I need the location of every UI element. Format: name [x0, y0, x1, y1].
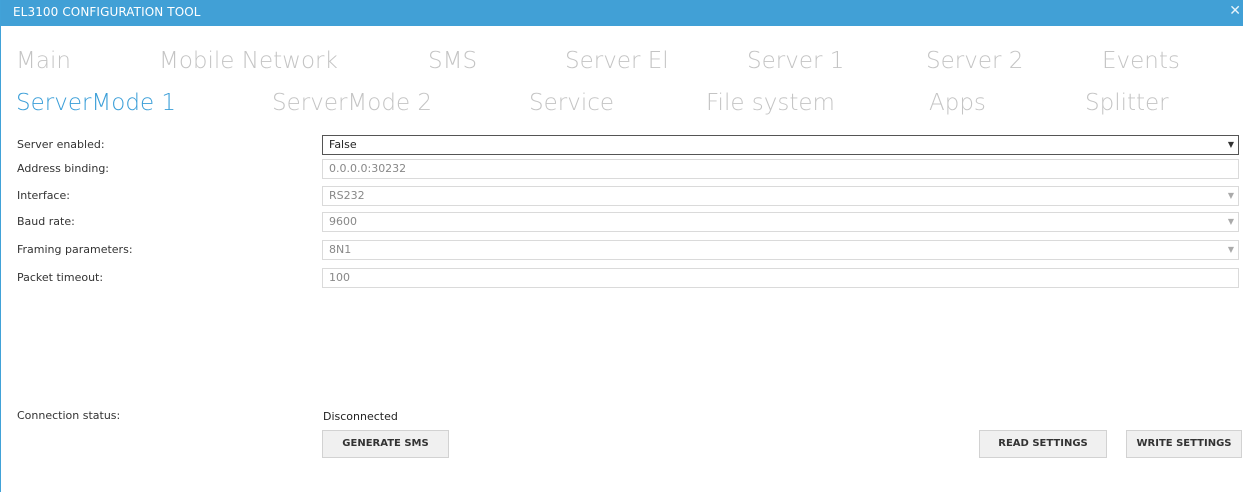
tab-events[interactable]: Events — [1102, 44, 1180, 78]
connection-status-label: Connection status: — [17, 409, 121, 422]
tab-file-system[interactable]: File system — [706, 86, 835, 120]
interface-select[interactable]: RS232 ▼ — [322, 186, 1239, 206]
address-binding-label: Address binding: — [17, 162, 110, 175]
framing-select[interactable]: 8N1 ▼ — [322, 240, 1239, 260]
close-icon[interactable]: ✕ — [1229, 3, 1241, 19]
server-enabled-label: Server enabled: — [17, 138, 105, 151]
tab-servermode-1[interactable]: ServerMode 1 — [16, 86, 176, 120]
tab-server-2[interactable]: Server 2 — [926, 44, 1023, 78]
tab-apps[interactable]: Apps — [929, 86, 986, 120]
tab-sms[interactable]: SMS — [428, 44, 477, 78]
packet-timeout-value: 100 — [329, 271, 350, 284]
baud-rate-select[interactable]: 9600 ▼ — [322, 212, 1239, 232]
chevron-down-icon[interactable]: ▼ — [1228, 213, 1234, 231]
app-window: EL3100 CONFIGURATION TOOL ✕ Main Mobile … — [0, 0, 1243, 492]
address-binding-row: Address binding: 0.0.0.0:30232 — [1, 159, 1243, 181]
title-bar[interactable]: EL3100 CONFIGURATION TOOL ✕ — [1, 0, 1243, 26]
interface-value: RS232 — [329, 189, 365, 202]
tab-splitter[interactable]: Splitter — [1085, 86, 1169, 120]
tab-servermode-2[interactable]: ServerMode 2 — [272, 86, 432, 120]
tab-mobile-network[interactable]: Mobile Network — [159, 44, 338, 78]
packet-timeout-label: Packet timeout: — [17, 271, 104, 284]
baud-rate-label: Baud rate: — [17, 215, 75, 228]
framing-value: 8N1 — [329, 243, 352, 256]
window-title: EL3100 CONFIGURATION TOOL — [13, 5, 201, 19]
interface-row: Interface: RS232 ▼ — [1, 186, 1243, 208]
address-binding-input[interactable]: 0.0.0.0:30232 — [322, 159, 1239, 179]
server-enabled-select[interactable]: False ▼ — [322, 135, 1239, 155]
framing-label: Framing parameters: — [17, 243, 133, 256]
server-enabled-value: False — [329, 138, 357, 151]
tabs-row-2: ServerMode 1 ServerMode 2 Service File s… — [1, 86, 1243, 120]
chevron-down-icon[interactable]: ▼ — [1228, 187, 1234, 205]
tab-server-el[interactable]: Server El — [565, 44, 669, 78]
packet-timeout-input[interactable]: 100 — [322, 268, 1239, 288]
baud-rate-row: Baud rate: 9600 ▼ — [1, 212, 1243, 234]
connection-status-value: Disconnected — [323, 410, 398, 423]
read-settings-button[interactable]: READ SETTINGS — [979, 430, 1107, 458]
server-enabled-row: Server enabled: False ▼ — [1, 135, 1243, 157]
packet-timeout-row: Packet timeout: 100 — [1, 268, 1243, 290]
chevron-down-icon[interactable]: ▼ — [1228, 136, 1234, 154]
baud-rate-value: 9600 — [329, 215, 357, 228]
tab-main[interactable]: Main — [16, 44, 71, 78]
address-binding-value: 0.0.0.0:30232 — [329, 162, 407, 175]
write-settings-button[interactable]: WRITE SETTINGS — [1126, 430, 1242, 458]
chevron-down-icon[interactable]: ▼ — [1228, 241, 1234, 259]
tabs-row-1: Main Mobile Network SMS Server El Server… — [1, 44, 1243, 78]
tab-server-1[interactable]: Server 1 — [747, 44, 844, 78]
generate-sms-button[interactable]: GENERATE SMS — [322, 430, 449, 458]
framing-row: Framing parameters: 8N1 ▼ — [1, 240, 1243, 262]
tab-service[interactable]: Service — [529, 86, 614, 120]
interface-label: Interface: — [17, 189, 70, 202]
